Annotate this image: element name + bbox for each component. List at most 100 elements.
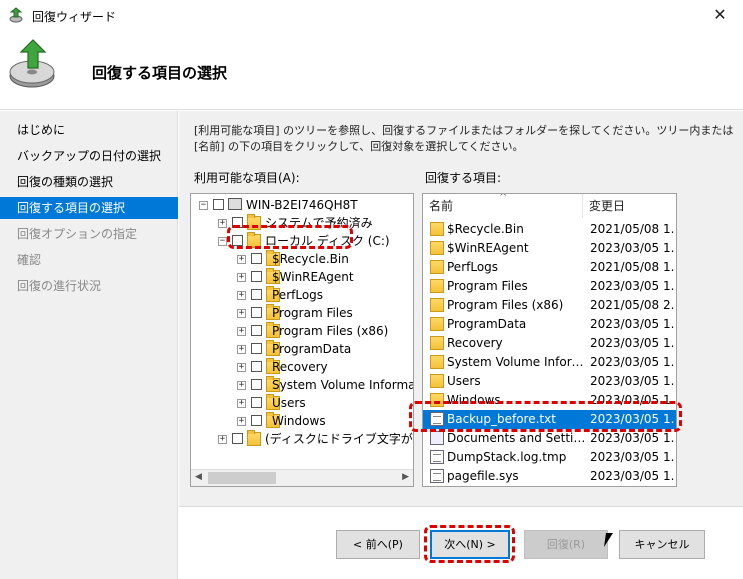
expand-icon[interactable]: + bbox=[237, 255, 246, 264]
recover-button[interactable]: 回復(R) bbox=[524, 530, 608, 559]
tree-checkbox[interactable] bbox=[251, 271, 262, 282]
drive-icon bbox=[247, 430, 261, 446]
recovery-wizard-icon bbox=[9, 7, 23, 23]
tree-checkbox[interactable] bbox=[213, 199, 224, 210]
next-button[interactable]: 次へ(N) > bbox=[430, 530, 510, 559]
folder-icon bbox=[430, 241, 444, 255]
tree-node-label: Windows bbox=[272, 414, 326, 428]
drive-icon bbox=[247, 232, 261, 248]
scroll-right-icon[interactable]: ▶ bbox=[402, 472, 409, 482]
tree-node-label: Program Files (x86) bbox=[272, 324, 389, 338]
text-file-icon bbox=[430, 412, 444, 426]
column-header-name[interactable]: ^ 名前 bbox=[423, 194, 583, 218]
step-select-items: 回復する項目の選択 bbox=[0, 197, 178, 219]
scroll-left-icon[interactable]: ◀ bbox=[195, 472, 202, 482]
tree-node-computer[interactable]: − WIN-B2EI746QH8T bbox=[191, 196, 413, 214]
sort-ascending-icon: ^ bbox=[499, 193, 508, 203]
list-item[interactable]: pagefile.sys 2023/03/05 1... bbox=[423, 467, 676, 486]
tree-node-folder[interactable]: + Windows bbox=[191, 412, 413, 430]
back-button[interactable]: < 前へ(P) bbox=[336, 530, 420, 559]
horizontal-scrollbar[interactable]: ◀ ▶ bbox=[191, 469, 413, 486]
list-item[interactable]: Windows 2023/03/05 1... bbox=[423, 391, 676, 410]
tree-node-label: (ディスクにドライブ文字がありませ bbox=[265, 432, 413, 446]
tree-checkbox[interactable] bbox=[251, 307, 262, 318]
computer-icon bbox=[228, 198, 242, 210]
tree-node-folder[interactable]: + Users bbox=[191, 394, 413, 412]
expand-icon[interactable]: + bbox=[237, 363, 246, 372]
page-title: 回復する項目の選択 bbox=[92, 64, 228, 82]
list-item[interactable]: $WinREAgent 2023/03/05 1... bbox=[423, 239, 676, 258]
system-file-icon bbox=[430, 469, 444, 483]
column-header-label: 変更日 bbox=[589, 199, 626, 213]
folder-icon bbox=[430, 222, 444, 236]
tree-node-folder[interactable]: + System Volume Informatio bbox=[191, 376, 413, 394]
list-item[interactable]: $Recycle.Bin 2021/05/08 1... bbox=[423, 220, 676, 239]
list-item[interactable]: Documents and Settings 2023/03/05 1... bbox=[423, 429, 676, 448]
folder-icon bbox=[430, 336, 444, 350]
tree-checkbox[interactable] bbox=[251, 415, 262, 426]
tree-checkbox[interactable] bbox=[232, 217, 243, 228]
tree-node-label: ProgramData bbox=[272, 342, 352, 356]
list-item-selected[interactable]: Backup_before.txt 2023/03/05 1... bbox=[423, 410, 676, 429]
step-recovery-options: 回復オプションの指定 bbox=[17, 227, 138, 241]
expand-icon[interactable]: + bbox=[237, 399, 246, 408]
items-to-recover-label: 回復する項目: bbox=[425, 171, 502, 185]
cancel-button[interactable]: キャンセル bbox=[619, 530, 705, 559]
tree-node-no-drive-letter[interactable]: + (ディスクにドライブ文字がありませ bbox=[191, 430, 413, 448]
collapse-icon[interactable]: − bbox=[218, 237, 227, 246]
close-icon[interactable]: ✕ bbox=[697, 0, 743, 30]
tree-node-folder[interactable]: + ProgramData bbox=[191, 340, 413, 358]
available-items-tree[interactable]: − WIN-B2EI746QH8T + システムで予約済み − ローカル ディス… bbox=[190, 193, 414, 487]
list-item[interactable]: System Volume Informa... 2023/03/05 1... bbox=[423, 353, 676, 372]
list-item[interactable]: Recovery 2023/03/05 1... bbox=[423, 334, 676, 353]
tree-node-label: $Recycle.Bin bbox=[272, 252, 349, 266]
tree-node-folder[interactable]: + $Recycle.Bin bbox=[191, 250, 413, 268]
tree-node-folder[interactable]: + Recovery bbox=[191, 358, 413, 376]
tree-node-folder[interactable]: + PerfLogs bbox=[191, 286, 413, 304]
folder-icon bbox=[430, 279, 444, 293]
tree-checkbox[interactable] bbox=[251, 343, 262, 354]
tree-checkbox[interactable] bbox=[251, 397, 262, 408]
column-header-modified[interactable]: 変更日 bbox=[583, 194, 676, 218]
footer-divider bbox=[179, 506, 743, 507]
items-to-recover-list[interactable]: ^ 名前 変更日 $Recycle.Bin 2021/05/08 1... $Wi… bbox=[422, 193, 677, 487]
step-intro: はじめに bbox=[17, 123, 66, 137]
tree-node-label: $WinREAgent bbox=[272, 270, 354, 284]
list-item[interactable]: DumpStack.log.tmp 2023/03/05 1... bbox=[423, 448, 676, 467]
list-item[interactable]: Program Files 2023/03/05 1... bbox=[423, 277, 676, 296]
tree-checkbox[interactable] bbox=[251, 289, 262, 300]
expand-icon[interactable]: + bbox=[237, 345, 246, 354]
list-item[interactable]: Program Files (x86) 2021/05/08 2... bbox=[423, 296, 676, 315]
tree-node-local-disk-c[interactable]: − ローカル ディスク (C:) bbox=[191, 232, 413, 250]
expand-icon[interactable]: + bbox=[237, 309, 246, 318]
scrollbar-thumb[interactable] bbox=[208, 472, 276, 484]
folder-icon bbox=[430, 317, 444, 331]
tree-checkbox[interactable] bbox=[251, 379, 262, 390]
tree-checkbox[interactable] bbox=[251, 361, 262, 372]
expand-icon[interactable]: + bbox=[218, 219, 227, 228]
expand-icon[interactable]: + bbox=[237, 273, 246, 282]
wizard-header: 回復する項目の選択 bbox=[0, 30, 743, 110]
tree-node-label: ローカル ディスク (C:) bbox=[265, 234, 390, 248]
list-item[interactable]: PerfLogs 2021/05/08 1... bbox=[423, 258, 676, 277]
tree-node-label: Recovery bbox=[272, 360, 328, 374]
tree-node-folder[interactable]: + Program Files (x86) bbox=[191, 322, 413, 340]
list-item[interactable]: Users 2023/03/05 1... bbox=[423, 372, 676, 391]
list-item[interactable]: ProgramData 2023/03/05 1... bbox=[423, 315, 676, 334]
expand-icon[interactable]: + bbox=[237, 291, 246, 300]
expand-icon[interactable]: + bbox=[237, 381, 246, 390]
tree-checkbox[interactable] bbox=[251, 325, 262, 336]
tree-checkbox[interactable] bbox=[232, 433, 243, 444]
tree-checkbox[interactable] bbox=[251, 253, 262, 264]
step-confirm: 確認 bbox=[17, 253, 42, 267]
tree-node-system-reserved[interactable]: + システムで予約済み bbox=[191, 214, 413, 232]
expand-icon[interactable]: + bbox=[218, 435, 227, 444]
collapse-icon[interactable]: − bbox=[199, 201, 208, 210]
tree-node-folder[interactable]: + Program Files bbox=[191, 304, 413, 322]
mouse-cursor-icon bbox=[604, 533, 613, 547]
tree-checkbox[interactable] bbox=[232, 235, 243, 246]
instructions-text: [利用可能な項目] のツリーを参照し、回復するファイルまたはフォルダーを探してく… bbox=[194, 124, 734, 153]
tree-node-folder[interactable]: + $WinREAgent bbox=[191, 268, 413, 286]
expand-icon[interactable]: + bbox=[237, 327, 246, 336]
expand-icon[interactable]: + bbox=[237, 417, 246, 426]
